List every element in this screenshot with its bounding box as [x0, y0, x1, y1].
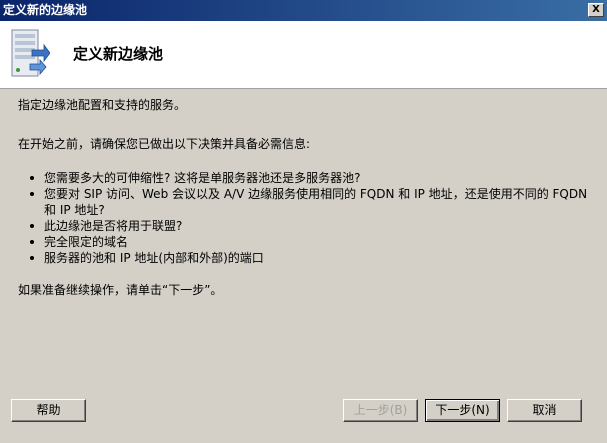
list-item: 服务器的池和 IP 地址(内部和外部)的端口: [30, 250, 590, 266]
list-item: 您需要多大的可伸缩性? 这将是单服务器池还是多服务器池?: [30, 170, 590, 186]
footer-instruction: 如果准备继续操作，请单击“下一步”。: [18, 283, 223, 297]
bullet-icon: [30, 192, 34, 196]
bullet-icon: [30, 240, 34, 244]
back-button[interactable]: 上一步(B): [343, 399, 418, 422]
wizard-header: 定义新边缘池: [0, 21, 607, 89]
close-button[interactable]: X: [588, 3, 604, 17]
list-item: 此边缘池是否将用于联盟?: [30, 218, 590, 234]
title-bar: 定义新的边缘池 X: [0, 0, 607, 21]
bullet-icon: [30, 176, 34, 180]
page-title: 定义新边缘池: [73, 45, 164, 63]
list-item: 您要对 SIP 访问、Web 会议以及 A/V 边缘服务使用相同的 FQDN 和…: [30, 186, 590, 218]
bullet-icon: [30, 256, 34, 260]
list-item: 完全限定的域名: [30, 234, 590, 250]
cancel-button[interactable]: 取消: [507, 399, 582, 422]
window-title: 定义新的边缘池: [3, 3, 88, 17]
next-button[interactable]: 下一步(N): [425, 399, 500, 422]
bullet-icon: [30, 224, 34, 228]
intro-text: 指定边缘池配置和支持的服务。: [18, 98, 187, 112]
help-button[interactable]: 帮助: [11, 399, 86, 422]
server-network-icon: [11, 29, 50, 77]
requirements-list: 您需要多大的可伸缩性? 这将是单服务器池还是多服务器池? 您要对 SIP 访问、…: [30, 170, 590, 266]
before-start-text: 在开始之前，请确保您已做出以下决策并具备必需信息:: [18, 137, 311, 151]
